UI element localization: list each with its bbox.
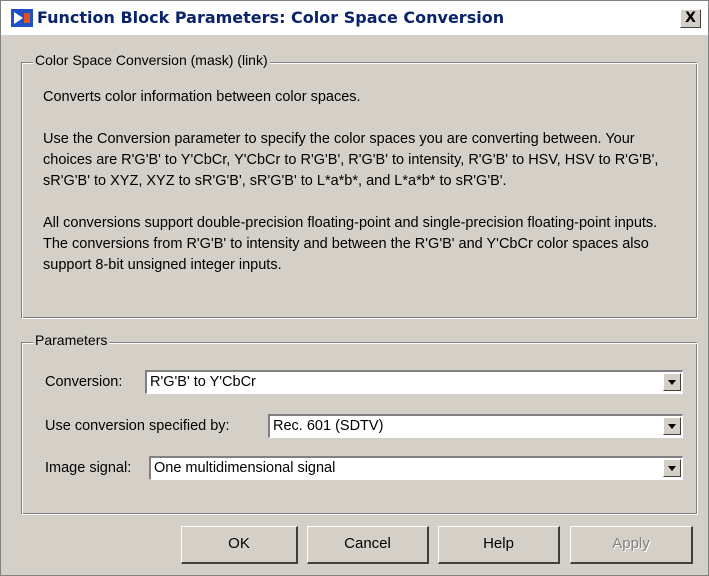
block-description: Converts color information between color… xyxy=(43,87,679,276)
conversion-label: Conversion: xyxy=(45,374,123,390)
conversion-spec-label: Use conversion specified by: xyxy=(45,418,230,434)
parameters-group-legend: Parameters xyxy=(33,332,110,348)
image-signal-label: Image signal: xyxy=(45,460,132,476)
close-button[interactable]: X xyxy=(680,9,701,28)
conversion-spec-value: Rec. 601 (SDTV) xyxy=(273,418,384,434)
image-signal-value: One multidimensional signal xyxy=(154,460,336,476)
cancel-button[interactable]: Cancel xyxy=(307,526,429,564)
close-icon: X xyxy=(685,10,696,26)
ok-button[interactable]: OK xyxy=(181,526,298,564)
help-button[interactable]: Help xyxy=(438,526,560,564)
description-conversion-choices: Use the Conversion parameter to specify … xyxy=(43,131,659,189)
chevron-down-icon[interactable] xyxy=(663,417,681,435)
simulink-block-icon xyxy=(11,9,33,27)
title-bar[interactable]: Function Block Parameters: Color Space C… xyxy=(1,1,708,35)
description-summary: Converts color information between color… xyxy=(43,89,361,105)
description-supported-inputs: All conversions support double-precision… xyxy=(43,215,658,273)
conversion-dropdown[interactable]: R'G'B' to Y'CbCr xyxy=(145,370,683,394)
chevron-down-icon[interactable] xyxy=(663,373,681,391)
chevron-down-icon[interactable] xyxy=(663,459,681,477)
image-signal-dropdown[interactable]: One multidimensional signal xyxy=(149,456,683,480)
dialog-window: Function Block Parameters: Color Space C… xyxy=(0,0,709,576)
conversion-spec-dropdown[interactable]: Rec. 601 (SDTV) xyxy=(268,414,683,438)
window-title: Function Block Parameters: Color Space C… xyxy=(37,8,505,27)
conversion-value: R'G'B' to Y'CbCr xyxy=(150,374,256,390)
description-group-legend: Color Space Conversion (mask) (link) xyxy=(33,52,270,68)
apply-button[interactable]: Apply xyxy=(570,526,693,564)
